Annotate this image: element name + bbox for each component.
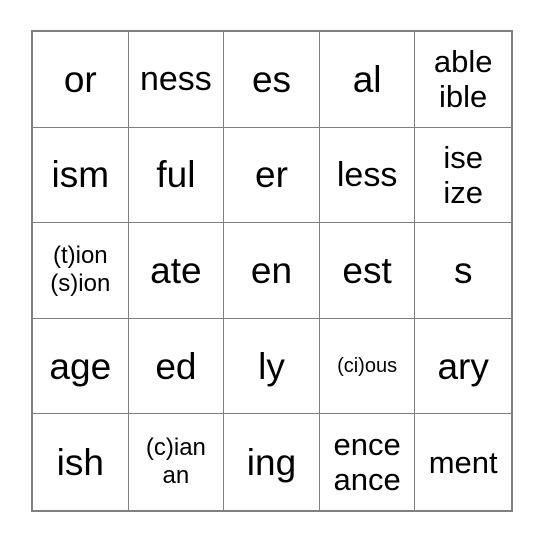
bingo-cell[interactable]: age	[33, 318, 129, 415]
bingo-cell-text: able	[433, 44, 493, 80]
bingo-cell-text: er	[255, 154, 288, 196]
bingo-cell[interactable]: s	[415, 223, 511, 319]
bingo-cell-text: ish	[56, 441, 104, 483]
bingo-cell-text: (ci)ous	[337, 355, 398, 378]
bingo-cell[interactable]: able ible	[415, 32, 511, 128]
bingo-cell[interactable]: al	[319, 32, 416, 128]
bingo-cell[interactable]: es	[224, 32, 320, 128]
bingo-cell[interactable]: est	[319, 223, 416, 319]
bingo-cell-text: al	[352, 58, 382, 100]
bingo-cell[interactable]: ed	[128, 318, 225, 415]
bingo-cell[interactable]: ate	[128, 223, 225, 319]
bingo-cell[interactable]: ence ance	[319, 414, 416, 510]
bingo-cell[interactable]: ness	[128, 32, 225, 128]
bingo-cell[interactable]: less	[319, 127, 416, 224]
bingo-cell[interactable]: or	[33, 32, 129, 128]
bingo-cell-text: (s)ion	[50, 270, 111, 298]
bingo-cell-text: ary	[437, 345, 489, 387]
bingo-cell-text: ful	[156, 154, 196, 196]
bingo-cell[interactable]: ise ize	[415, 127, 511, 224]
bingo-cell[interactable]: ing	[224, 414, 320, 510]
bingo-cell-text: ance	[333, 462, 401, 498]
bingo-cell[interactable]: en	[224, 223, 320, 319]
bingo-cell[interactable]: (c)ian an	[128, 414, 225, 510]
bingo-cell-text: ment	[428, 444, 498, 480]
bingo-card-grid: or ness es al able ible ism ful er less ise ize (t)i…	[31, 30, 513, 512]
bingo-cell[interactable]: ment	[415, 414, 511, 510]
bingo-cell-text: (t)ion	[52, 242, 108, 270]
bingo-cell-text: or	[63, 58, 97, 100]
bingo-cell-text: ism	[51, 154, 110, 196]
bingo-cell[interactable]: er	[224, 127, 320, 224]
bingo-cell-text: ed	[155, 345, 197, 387]
bingo-cell-text: s	[453, 249, 473, 291]
bingo-cell-text: ise	[443, 139, 483, 175]
bingo-cell-text: ible	[439, 79, 488, 115]
bingo-cell-text: age	[49, 345, 112, 387]
bingo-cell-text: (c)ian	[145, 434, 206, 462]
bingo-cell[interactable]: (t)ion (s)ion	[33, 223, 129, 319]
bingo-cell[interactable]: ful	[128, 127, 225, 224]
bingo-cell-text: est	[342, 249, 392, 291]
bingo-cell-text: ness	[139, 60, 212, 99]
bingo-cell-text: less	[336, 155, 398, 194]
bingo-cell-text: ing	[246, 441, 297, 483]
bingo-cell[interactable]: ism	[33, 127, 129, 224]
bingo-cell-text: ly	[258, 345, 285, 387]
bingo-cell[interactable]: ish	[33, 414, 129, 510]
bingo-cell[interactable]: ly	[224, 318, 320, 415]
bingo-cell-text: ate	[150, 249, 202, 291]
bingo-cell-text: ize	[443, 174, 483, 210]
bingo-cell-text: en	[250, 249, 293, 291]
bingo-cell-text: ence	[333, 427, 401, 463]
bingo-cell-text: es	[251, 58, 292, 100]
bingo-cell[interactable]: ary	[415, 318, 511, 415]
bingo-cell-text: an	[162, 462, 190, 490]
bingo-cell[interactable]: (ci)ous	[319, 318, 416, 415]
